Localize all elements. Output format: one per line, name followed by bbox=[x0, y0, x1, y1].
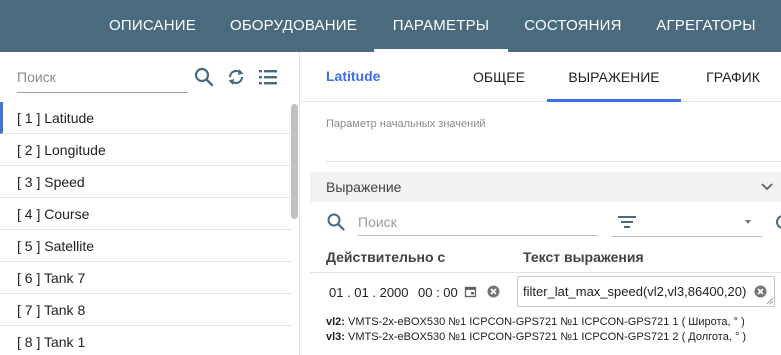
column-header-expression-text[interactable]: Текст выражения bbox=[523, 249, 644, 265]
list-item[interactable]: [ 8 ] Tank 1 bbox=[0, 326, 292, 355]
expression-search-input[interactable] bbox=[358, 210, 598, 234]
search-icon[interactable] bbox=[326, 212, 346, 232]
variable-name: vl2: bbox=[326, 316, 345, 328]
expression-text-value[interactable]: filter_lat_max_speed(vl2,vl3,86400,20) bbox=[523, 284, 746, 299]
variable-description: VMTS-2x-eBOX530 №1 ICPCON-GPS721 №1 ICPC… bbox=[344, 331, 747, 343]
divider bbox=[326, 161, 781, 162]
tab-parameters[interactable]: ПАРАМЕТРЫ bbox=[374, 0, 508, 52]
resize-handle-icon[interactable] bbox=[766, 297, 774, 305]
list-item[interactable]: [ 3 ] Speed bbox=[0, 166, 292, 198]
dropdown-arrow-icon[interactable] bbox=[743, 218, 753, 226]
search-icon[interactable] bbox=[193, 66, 215, 88]
refresh-icon[interactable] bbox=[773, 212, 781, 232]
parameter-title: Latitude bbox=[326, 68, 381, 84]
list-item[interactable]: [ 4 ] Course bbox=[0, 198, 292, 230]
filter-select[interactable] bbox=[612, 236, 762, 237]
sidebar-search bbox=[17, 64, 188, 93]
refresh-icon[interactable] bbox=[225, 66, 247, 88]
expression-panel-title: Выражение bbox=[326, 179, 402, 195]
expression-search bbox=[358, 210, 598, 236]
chevron-down-icon[interactable] bbox=[759, 179, 775, 195]
list-item[interactable]: [ 2 ] Longitude bbox=[0, 134, 292, 166]
variable-name: vl3: bbox=[326, 331, 345, 343]
tab-description[interactable]: ОПИСАНИЕ bbox=[104, 0, 201, 52]
sidebar-search-input[interactable] bbox=[17, 64, 188, 90]
initial-values-label: Параметр начальных значений bbox=[326, 118, 486, 130]
date-value[interactable]: 01 . 01 . 2000 bbox=[329, 285, 409, 300]
tab-equipment[interactable]: ОБОРУДОВАНИЕ bbox=[228, 0, 359, 52]
tab-chart[interactable]: ГРАФИК bbox=[697, 52, 769, 102]
list-item[interactable]: [ 6 ] Tank 7 bbox=[0, 262, 292, 294]
list-icon[interactable] bbox=[257, 66, 279, 88]
list-item[interactable]: [ 5 ] Satellite bbox=[0, 230, 292, 262]
top-navigation: ОПИСАНИЕ ОБОРУДОВАНИЕ ПАРАМЕТРЫ СОСТОЯНИ… bbox=[0, 0, 781, 52]
clear-date-icon[interactable] bbox=[487, 285, 500, 298]
variable-description: VMTS-2x-eBOX530 №1 ICPCON-GPS721 №1 ICPC… bbox=[344, 316, 745, 328]
list-item[interactable]: [ 7 ] Tank 8 bbox=[0, 294, 292, 326]
calendar-icon[interactable] bbox=[464, 285, 477, 298]
filter-icon[interactable] bbox=[616, 212, 638, 232]
variable-vl3: vl3: VMTS-2x-eBOX530 №1 ICPCON-GPS721 №1… bbox=[326, 331, 746, 343]
tab-general[interactable]: ОБЩЕЕ bbox=[466, 52, 532, 102]
column-header-valid-from[interactable]: Действительно с bbox=[326, 249, 445, 265]
tab-states[interactable]: СОСТОЯНИЯ bbox=[520, 0, 626, 52]
time-value[interactable]: 00 : 00 bbox=[418, 285, 458, 300]
parameter-list: [ 1 ] Latitude [ 2 ] Longitude [ 3 ] Spe… bbox=[0, 102, 292, 355]
variable-vl2: vl2: VMTS-2x-eBOX530 №1 ICPCON-GPS721 №1… bbox=[326, 316, 745, 328]
tab-aggregators[interactable]: АГРЕГАТОРЫ bbox=[650, 0, 762, 52]
list-item[interactable]: [ 1 ] Latitude bbox=[0, 102, 292, 134]
sidebar-scrollbar[interactable] bbox=[291, 104, 298, 219]
tab-expression[interactable]: ВЫРАЖЕНИЕ bbox=[547, 52, 681, 102]
